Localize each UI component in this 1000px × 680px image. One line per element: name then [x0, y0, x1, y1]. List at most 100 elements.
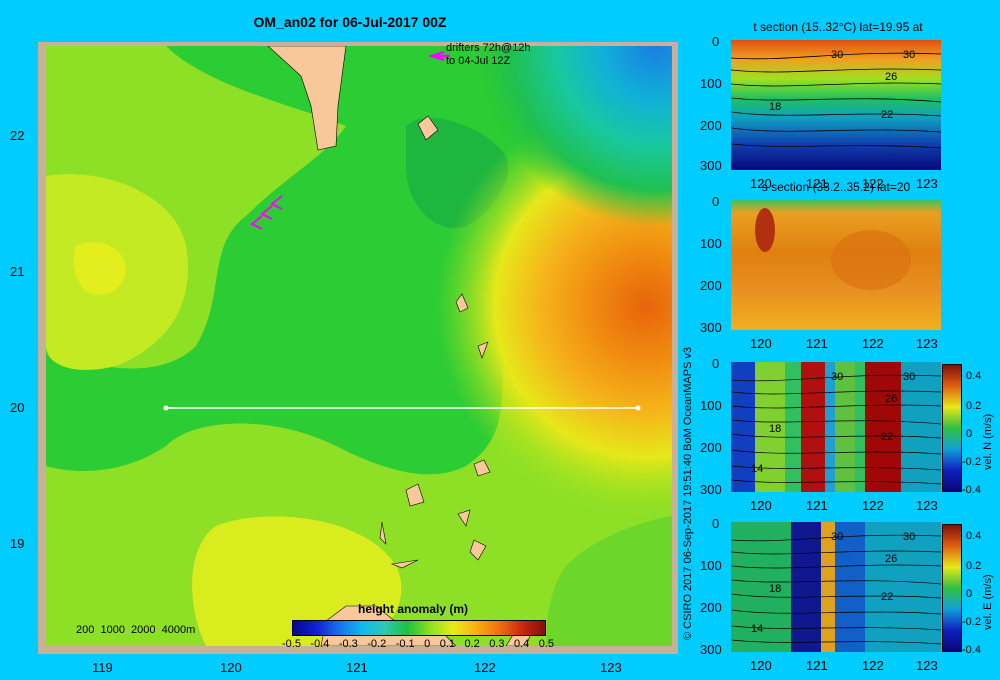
salinity-section-panel: [731, 200, 941, 330]
colorbar-tick: 0.2: [966, 400, 982, 412]
contour-label: 22: [881, 109, 893, 121]
lon-tick: 122: [862, 658, 884, 673]
depth-tick: 100: [700, 76, 722, 91]
lon-tick: 120: [750, 498, 772, 513]
depth-tick: 100: [700, 236, 722, 251]
contour-label: 22: [881, 591, 893, 603]
x-tick-label: 122: [474, 660, 496, 675]
colorbar-tick: 0.4: [513, 638, 530, 650]
contour-label: 30: [903, 371, 915, 383]
vel-n-colorbar: [942, 364, 962, 492]
vel-e-colorbar: [942, 524, 962, 652]
colorbar-tick: 0.2: [464, 638, 480, 650]
colorbar-tick: -0.1: [395, 638, 415, 650]
colorbar-tick: -0.4: [962, 484, 981, 496]
depth-tick: 0: [712, 356, 720, 371]
contour-label: 30: [831, 49, 843, 61]
colorbar-tick: -0.2: [962, 616, 981, 628]
lon-tick: 122: [862, 498, 884, 513]
contour-label: 30: [903, 531, 915, 543]
y-tick-label: 21: [10, 264, 25, 279]
lon-tick: 121: [806, 658, 828, 673]
colorbar-tick: -0.2: [962, 456, 981, 468]
depth-tick: 200: [700, 118, 722, 133]
colorbar-label: vel. N (m/s): [982, 413, 994, 470]
vel-n-section-panel: 30 30 26 18 22 14: [731, 362, 941, 492]
contour-label: 14: [751, 623, 763, 635]
credit-text: © CSIRO 2017 06-Sep-2017 19:51:40 BoM Oc…: [682, 346, 694, 640]
depth-tick: 300: [700, 642, 722, 657]
contour-label: 18: [769, 583, 781, 595]
height-anomaly-map: [46, 46, 672, 646]
colorbar-tick: 0: [424, 638, 431, 650]
lon-tick: 122: [862, 176, 884, 191]
contour-label: 30: [903, 49, 915, 61]
depth-tick: 200: [700, 278, 722, 293]
contour-label: 18: [769, 423, 781, 435]
lon-tick: 123: [916, 336, 938, 351]
section-endpoint: [635, 405, 641, 411]
lon-tick: 121: [806, 336, 828, 351]
y-tick-label: 20: [10, 400, 25, 415]
depth-tick: 0: [712, 516, 720, 531]
vel-e-section-panel: 30 30 26 18 22 14: [731, 522, 941, 652]
depth-tick: 300: [700, 320, 722, 335]
depth-tick: 300: [700, 482, 722, 497]
contour-label: 26: [885, 71, 897, 83]
map-title: OM_an02 for 06-Jul-2017 00Z: [253, 14, 447, 30]
colorbar-tick: 0.4: [966, 530, 982, 542]
y-tick-label: 19: [10, 536, 25, 551]
colorbar-tick: -0.3: [338, 638, 358, 650]
depth-tick: 200: [700, 600, 722, 615]
colorbar-label: vel. E (m/s): [982, 574, 994, 630]
panel-title: t section (15..32°C) lat=19.95 at: [753, 20, 923, 34]
height-colorbar: [292, 620, 546, 636]
depth-tick: 0: [712, 194, 720, 209]
contour-label: 30: [831, 371, 843, 383]
colorbar-tick: -0.2: [367, 638, 387, 650]
contour-label: 26: [885, 553, 897, 565]
depth-tick: 200: [700, 440, 722, 455]
section-endpoint: [163, 405, 169, 411]
colorbar-tick: 0.5: [538, 638, 554, 650]
lon-tick: 123: [916, 658, 938, 673]
depth-tick: 100: [700, 558, 722, 573]
contour-label: 22: [881, 431, 893, 443]
lon-tick: 120: [750, 658, 772, 673]
drifter-legend-line1: drifters 72h@12h: [446, 42, 531, 54]
lon-tick: 122: [862, 336, 884, 351]
x-tick-label: 120: [220, 660, 242, 675]
contour-label: 26: [885, 393, 897, 405]
depth-legend: 200 1000 2000 4000m: [76, 624, 196, 636]
colorbar-tick: -0.4: [962, 644, 981, 656]
x-tick-label: 123: [600, 660, 622, 675]
contour-label: 30: [831, 531, 843, 543]
lon-tick: 120: [750, 176, 772, 191]
x-tick-label: 119: [92, 660, 113, 675]
depth-tick: 0: [712, 34, 720, 49]
x-tick-label: 121: [346, 660, 368, 675]
drifter-legend: drifters 72h@12h to 04-Jul 12Z: [446, 42, 531, 68]
colorbar-title: height anomaly (m): [358, 602, 469, 616]
colorbar-ticks: -0.5 -0.4 -0.3 -0.2 -0.1 0 0.1 0.2 0.3 0…: [282, 638, 554, 650]
colorbar-tick: 0: [966, 588, 973, 600]
lon-tick: 121: [806, 498, 828, 513]
depth-tick: 100: [700, 398, 722, 413]
lon-tick: 123: [916, 498, 938, 513]
colorbar-tick: -0.5: [282, 638, 301, 650]
colorbar-tick: 0.3: [489, 638, 505, 650]
contour-label: 14: [751, 463, 763, 475]
colorbar-tick: 0: [966, 428, 973, 440]
lon-tick: 120: [750, 336, 772, 351]
drifter-legend-line2: to 04-Jul 12Z: [446, 55, 511, 67]
y-tick-label: 22: [10, 128, 25, 143]
colorbar-tick: 0.1: [439, 638, 455, 650]
contour-label: 18: [769, 101, 781, 113]
temperature-section-panel: 30 30 26 18 22: [731, 40, 941, 170]
colorbar-tick: 0.2: [966, 560, 982, 572]
colorbar-tick: 0.4: [966, 370, 982, 382]
lon-tick: 123: [916, 176, 938, 191]
lon-tick: 121: [806, 176, 828, 191]
colorbar-tick: -0.4: [310, 638, 330, 650]
depth-tick: 300: [700, 158, 722, 173]
